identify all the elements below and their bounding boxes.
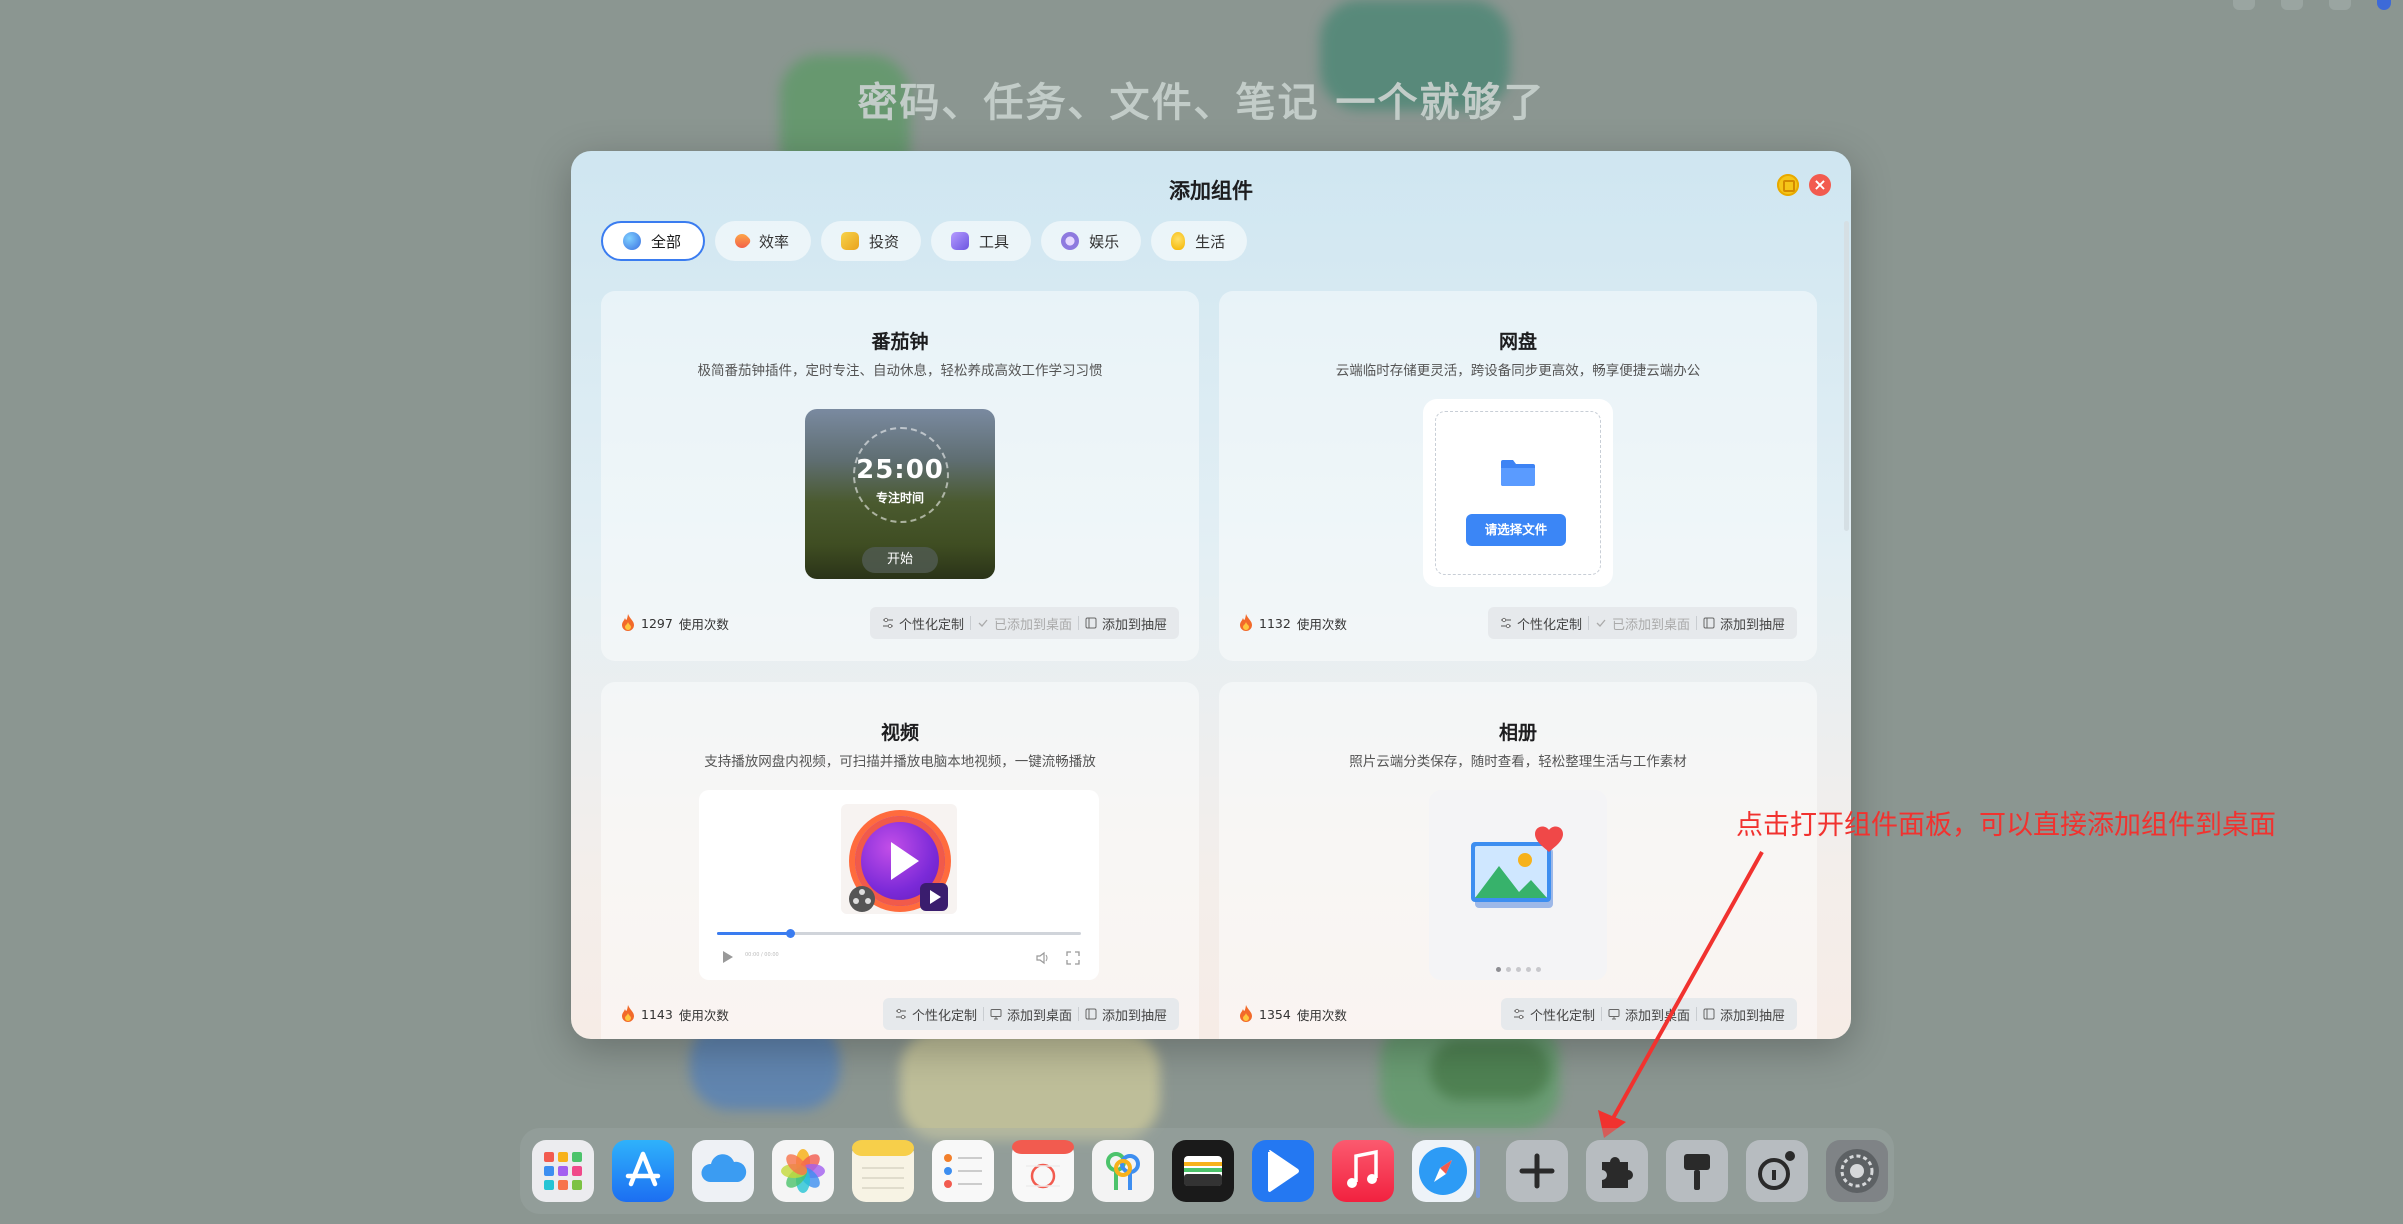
reminders-icon[interactable] — [932, 1140, 994, 1202]
calendar-icon[interactable] — [1012, 1140, 1074, 1202]
launchpad-icon[interactable] — [532, 1140, 594, 1202]
brush-icon[interactable] — [1666, 1140, 1728, 1202]
key-settings-icon[interactable] — [1746, 1140, 1808, 1202]
safari-icon[interactable] — [1412, 1140, 1474, 1202]
music-icon[interactable] — [1332, 1140, 1394, 1202]
app-store-icon[interactable] — [612, 1140, 674, 1202]
notes-icon[interactable] — [852, 1140, 914, 1202]
video-player-icon[interactable] — [1252, 1140, 1314, 1202]
widgets-puzzle-icon[interactable] — [1586, 1140, 1648, 1202]
passwords-icon[interactable] — [1092, 1140, 1154, 1202]
icloud-icon[interactable] — [692, 1140, 754, 1202]
wallet-icon[interactable] — [1172, 1140, 1234, 1202]
annotation-arrow — [1598, 851, 1764, 1138]
dock — [520, 1128, 1894, 1214]
photos-icon[interactable] — [772, 1140, 834, 1202]
add-icon[interactable] — [1506, 1140, 1568, 1202]
settings-icon[interactable] — [1826, 1140, 1888, 1202]
dock-separator — [1476, 1146, 1480, 1198]
